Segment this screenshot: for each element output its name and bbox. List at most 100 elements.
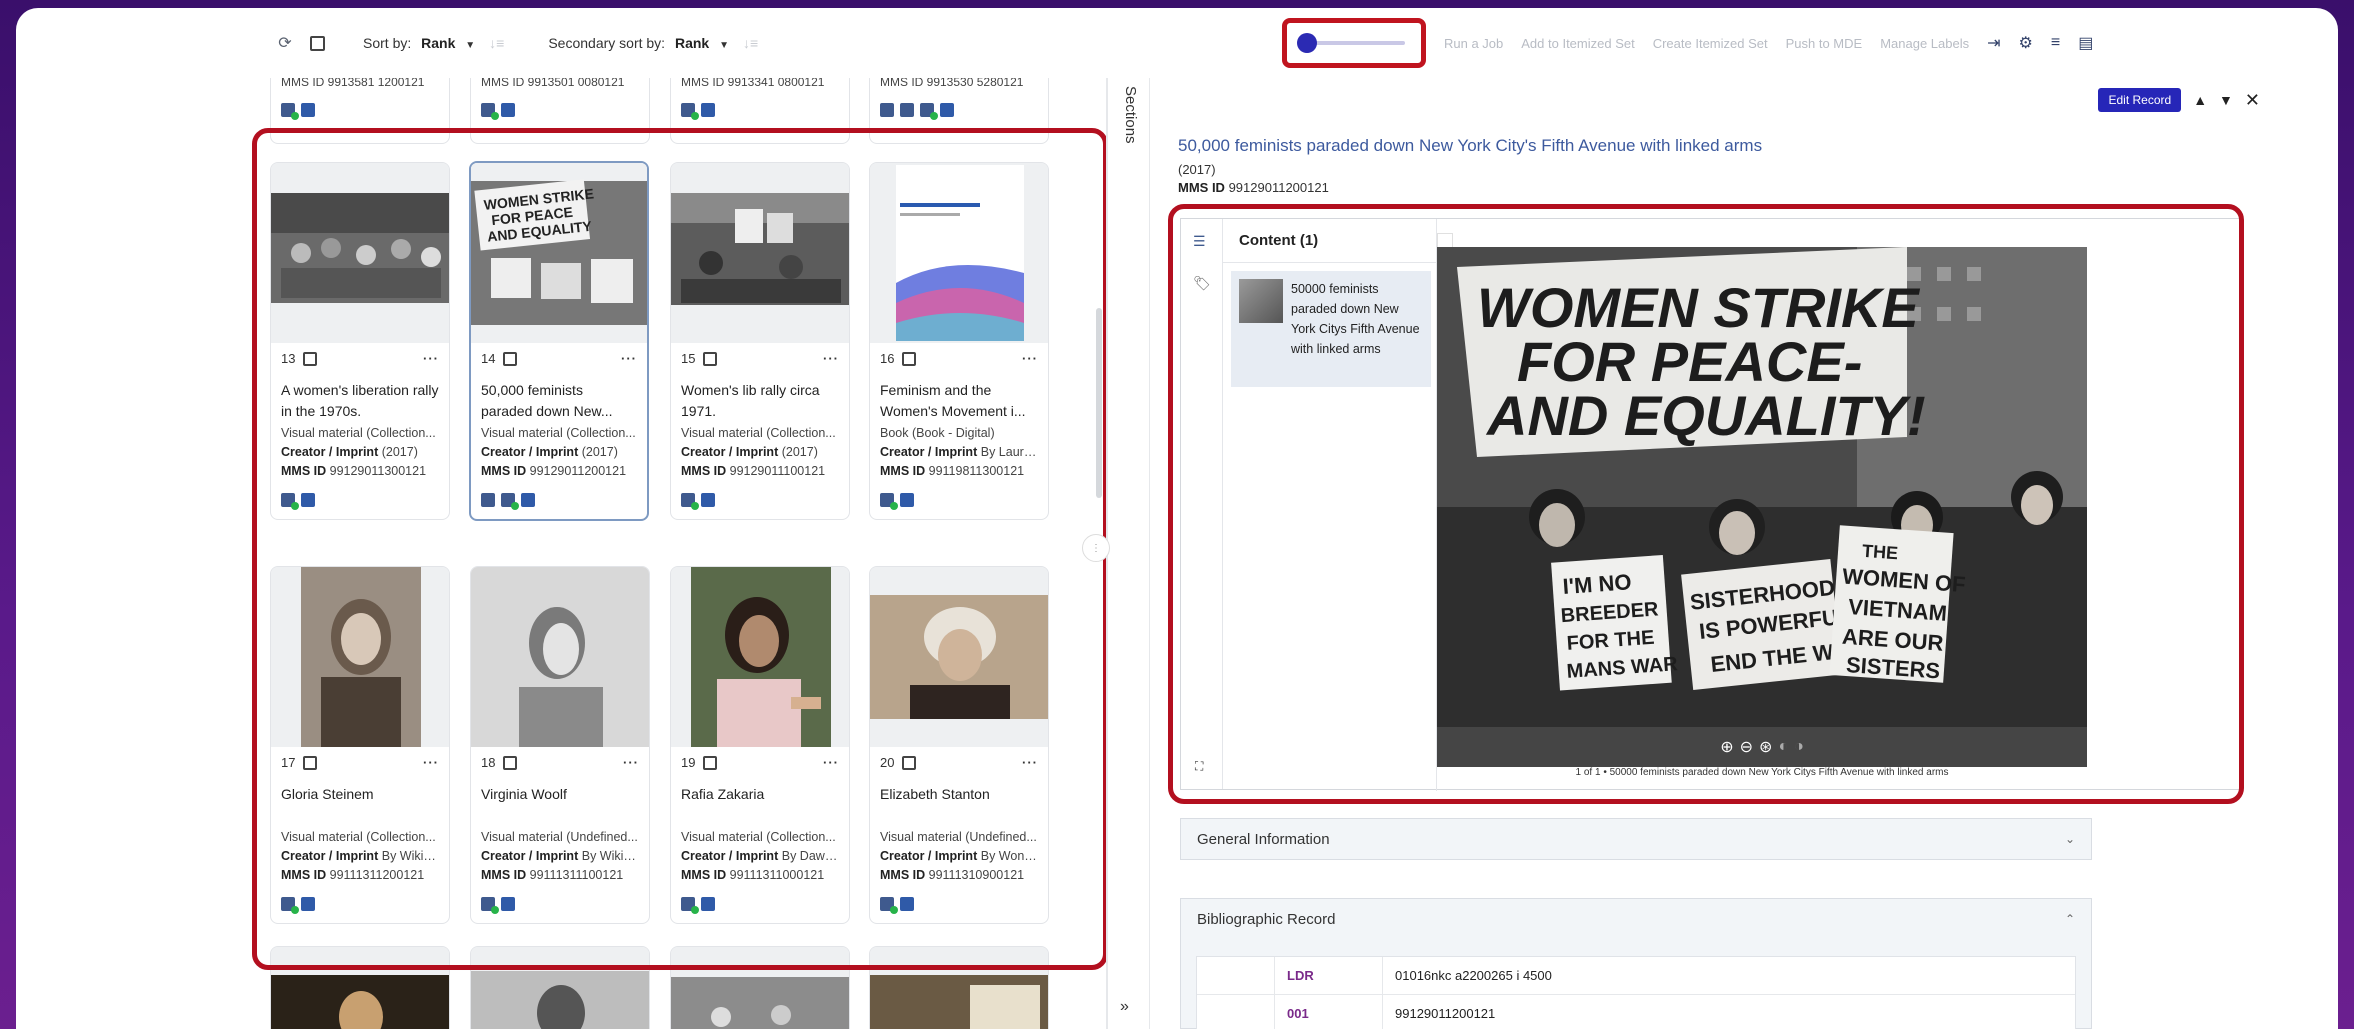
more-actions-icon[interactable]: ··· [823, 351, 839, 366]
grid-view-icon[interactable]: ▤ [2078, 33, 2093, 53]
digital-rep-icon[interactable] [281, 897, 299, 914]
zoom-slider[interactable] [1297, 33, 1405, 53]
result-card[interactable]: 17 ··· Gloria Steinem Visual material (Co… [270, 566, 450, 924]
export-icon[interactable]: ⇥ [1987, 33, 2000, 53]
result-card[interactable]: 20 ··· Elizabeth Stanton Visual material … [869, 566, 1049, 924]
result-checkbox[interactable] [703, 755, 718, 770]
result-checkbox[interactable] [902, 351, 917, 366]
digital-rep-icon[interactable] [681, 897, 699, 914]
secondary-sort-direction-icon[interactable]: ↓≡ [743, 35, 758, 51]
zoom-in-icon[interactable]: ⊕ [1720, 737, 1733, 757]
digital-rep-icon[interactable] [681, 493, 699, 510]
card-title[interactable]: Elizabeth Stanton [880, 784, 1038, 828]
more-actions-icon[interactable]: ··· [1022, 351, 1038, 366]
general-information-section[interactable]: General Information ⌄ [1180, 818, 2092, 860]
fullscreen-icon[interactable]: ⛶ [1195, 759, 1203, 774]
toolbar: ⟳ Sort by: Rank ▼ ↓≡ Secondary sort by: … [16, 8, 2338, 78]
push-to-mde-button[interactable]: Push to MDE [1786, 36, 1863, 51]
digital-rep-icon[interactable] [481, 897, 499, 914]
result-card[interactable]: 18 ··· Virginia Woolf Visual material (Un… [470, 566, 650, 924]
card-title[interactable]: Rafia Zakaria [681, 784, 839, 828]
content-item[interactable]: 50000 feminists paraded down New York Ci… [1231, 271, 1431, 387]
more-actions-icon[interactable]: ··· [423, 351, 439, 366]
digital-rep-icon[interactable] [880, 493, 898, 510]
select-all-checkbox[interactable] [310, 35, 325, 51]
zoom-slider-handle[interactable] [1297, 33, 1317, 53]
result-card[interactable] [470, 946, 650, 1029]
resource-type: Book (Book - Digital) [880, 426, 995, 440]
result-card-stub[interactable]: MMS ID 9913530 5280121 [869, 78, 1049, 144]
viewer-image[interactable]: WOMEN STRIKE FOR PEACE- AND EQUALITY! I'… [1437, 247, 2087, 767]
result-card-stub[interactable]: MMS ID 9913341 0800121 [670, 78, 850, 144]
manage-labels-button[interactable]: Manage Labels [1880, 36, 1969, 51]
digital-rep-icon[interactable] [880, 897, 898, 914]
more-actions-icon[interactable]: ··· [1022, 755, 1038, 770]
result-card-stub[interactable]: MMS ID 9913501 0080121 [470, 78, 650, 144]
card-title[interactable]: Virginia Woolf [481, 784, 639, 828]
portfolio-icon[interactable] [481, 493, 495, 507]
record-title[interactable]: 50,000 feminists paraded down New York C… [1178, 136, 1762, 156]
result-number: 17 [281, 755, 296, 770]
marc-tag[interactable]: 001 [1275, 995, 1383, 1029]
result-card[interactable]: 16 ··· Feminism and the Women's Movement … [869, 162, 1049, 520]
previous-record-icon[interactable]: ▲ [2193, 92, 2207, 108]
grid-scrollbar-thumb[interactable] [1096, 308, 1102, 498]
list-view-icon[interactable]: ≡ [2051, 34, 2060, 52]
prev-page-icon[interactable]: ◐ [1778, 738, 1788, 756]
result-card[interactable]: 15 ··· Women's lib rally circa 1971. Visu… [670, 162, 850, 520]
result-checkbox[interactable] [902, 755, 917, 770]
card-title[interactable]: Women's lib rally circa 1971. [681, 380, 839, 424]
edit-record-button[interactable]: Edit Record [2098, 88, 2182, 112]
gear-icon[interactable]: ⚙ [2019, 33, 2033, 53]
card-title[interactable]: Gloria Steinem [281, 784, 439, 828]
create-itemized-set-button[interactable]: Create Itemized Set [1653, 36, 1768, 51]
digital-rep-icon[interactable] [281, 493, 299, 510]
archive-icon[interactable] [301, 897, 315, 911]
archive-icon[interactable] [521, 493, 535, 507]
more-actions-icon[interactable]: ··· [423, 755, 439, 770]
content-list-icon[interactable]: ☰ [1193, 233, 1206, 250]
result-card[interactable] [270, 946, 450, 1029]
run-job-button[interactable]: Run a Job [1444, 36, 1503, 51]
result-card[interactable]: 19 ··· Rafia Zakaria Visual material (Col… [670, 566, 850, 924]
tag-icon[interactable]: 🏷 [1193, 275, 1211, 292]
sort-by-dropdown[interactable]: Sort by: Rank ▼ [363, 35, 475, 51]
sections-toggle[interactable]: Sections [1122, 86, 1139, 144]
result-checkbox[interactable] [703, 351, 718, 366]
next-record-icon[interactable]: ▼ [2219, 92, 2233, 108]
next-page-icon[interactable]: ◑ [1794, 738, 1804, 756]
rotate-icon[interactable]: ⊛ [1759, 737, 1772, 757]
card-title[interactable]: A women's liberation rally in the 1970s. [281, 380, 439, 424]
archive-icon[interactable] [701, 897, 715, 911]
card-title[interactable]: 50,000 feminists paraded down New... [481, 380, 637, 424]
result-card[interactable] [670, 946, 850, 1029]
content-tab[interactable]: Content (1) [1223, 219, 1437, 263]
sort-direction-icon[interactable]: ↓≡ [489, 35, 504, 51]
archive-icon[interactable] [900, 897, 914, 911]
zoom-out-icon[interactable]: ⊖ [1740, 737, 1753, 757]
archive-icon[interactable] [701, 493, 715, 507]
close-icon[interactable]: ✕ [2245, 90, 2260, 111]
more-actions-icon[interactable]: ··· [823, 755, 839, 770]
result-checkbox[interactable] [303, 755, 318, 770]
archive-icon[interactable] [501, 897, 515, 911]
more-actions-icon[interactable]: ··· [623, 755, 639, 770]
result-card[interactable] [869, 946, 1049, 1029]
archive-icon[interactable] [301, 493, 315, 507]
digital-rep-icon[interactable] [501, 493, 519, 510]
pane-resize-handle[interactable]: ⋮ [1082, 534, 1110, 562]
marc-tag[interactable]: LDR [1275, 957, 1383, 994]
card-title[interactable]: Feminism and the Women's Movement i... [880, 380, 1038, 424]
result-card-selected[interactable]: WOMEN STRIKE FOR PEACE AND EQUALITY 14 ··· … [469, 161, 649, 521]
refresh-icon[interactable]: ⟳ [274, 32, 296, 54]
result-card[interactable]: 13 ··· A women's liberation rally in the … [270, 162, 450, 520]
result-card-stub[interactable]: MMS ID 9913581 1200121 [270, 78, 450, 144]
result-checkbox[interactable] [303, 351, 318, 366]
archive-icon[interactable] [900, 493, 914, 507]
secondary-sort-dropdown[interactable]: Secondary sort by: Rank ▼ [548, 35, 729, 51]
more-actions-icon[interactable]: ··· [621, 351, 637, 366]
result-checkbox[interactable] [503, 755, 518, 770]
expand-sections-icon[interactable]: » [1120, 998, 1129, 1016]
add-to-itemized-set-button[interactable]: Add to Itemized Set [1521, 36, 1634, 51]
result-checkbox[interactable] [503, 351, 518, 366]
